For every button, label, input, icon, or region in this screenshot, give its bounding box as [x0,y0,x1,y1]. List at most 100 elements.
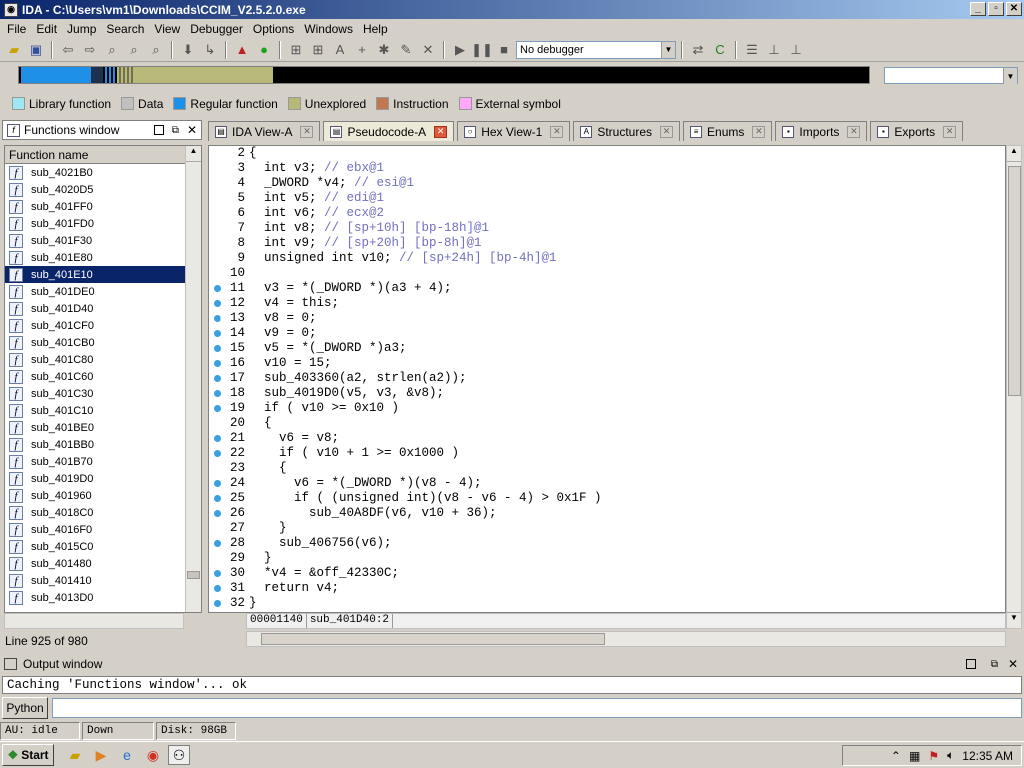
function-list-item[interactable]: f sub_401C80 [5,351,201,368]
python-button[interactable]: Python [2,697,48,719]
text-search-icon[interactable]: ⌕ [146,40,166,60]
code-line[interactable]: 12 v4 = this; [209,296,1005,311]
menu-view[interactable]: View [149,22,185,36]
folder-icon[interactable]: ▰ [64,745,86,765]
code-line[interactable]: 27 } [209,521,1005,536]
forward-arrow-icon[interactable]: ⇨ [80,40,100,60]
code-line[interactable]: 6 int v6; // ecx@2 [209,206,1005,221]
attach-icon[interactable]: ⇄ [688,40,708,60]
function-list-item[interactable]: f sub_401C60 [5,368,201,385]
function-list-item[interactable]: f sub_4015C0 [5,538,201,555]
binary-search-icon[interactable]: ⌕ [124,40,144,60]
scroll-thumb[interactable] [1008,166,1021,396]
list-icon[interactable]: ☰ [742,40,762,60]
breakpoint-dot-icon[interactable] [214,480,221,487]
code-line[interactable]: 18 sub_4019D0(v5, v3, &v8); [209,386,1005,401]
function-list-item[interactable]: f sub_401B70 [5,453,201,470]
function-list-item[interactable]: f sub_4019D0 [5,470,201,487]
code-line[interactable]: 16 v10 = 15; [209,356,1005,371]
nav-combo[interactable]: ▼ [884,67,1018,84]
close-tab-icon[interactable]: ✕ [300,125,314,138]
code-line[interactable]: 30 *v4 = &off_42330C; [209,566,1005,581]
float-icon[interactable]: ⧉ [991,659,998,670]
breakpoint-dot-icon[interactable] [214,330,221,337]
function-list-item[interactable]: f sub_4020D5 [5,181,201,198]
scroll-up-icon[interactable]: ▲ [1007,146,1021,162]
function-list-item[interactable]: f sub_401E10 [5,266,201,283]
close-tab-icon[interactable]: ✕ [752,125,766,138]
scroll-down-icon[interactable]: ▼ [1007,612,1021,628]
function-list-item[interactable]: f sub_401BB0 [5,436,201,453]
volume-icon[interactable]: 🔈︎ [947,748,954,763]
code-line[interactable]: 26 sub_40A8DF(v6, v10 + 36); [209,506,1005,521]
function-list-item[interactable]: f sub_401410 [5,572,201,589]
code-line[interactable]: 24 v6 = *(_DWORD *)(v8 - 4); [209,476,1005,491]
function-list-item[interactable]: f sub_401F30 [5,232,201,249]
maximize-button[interactable]: ▫ [988,2,1004,16]
tab-exports[interactable]: ▪ Exports ✕ [870,121,964,141]
close-tab-icon[interactable]: ✕ [550,125,564,138]
code-line[interactable]: 8 int v9; // [sp+20h] [bp-8h]@1 [209,236,1005,251]
code-line[interactable]: 19 if ( v10 >= 0x10 ) [209,401,1005,416]
close-tab-icon[interactable]: ✕ [943,125,957,138]
function-list-item[interactable]: f sub_401DE0 [5,283,201,300]
debugger-select[interactable]: No debugger ▼ [516,40,676,59]
search-icon[interactable]: ⌕ [102,40,122,60]
close-tab-icon[interactable]: ✕ [660,125,674,138]
scroll-up-icon[interactable]: ▲ [186,146,201,162]
code-line[interactable]: 14 v9 = 0; [209,326,1005,341]
tree-nodes-icon[interactable]: ⊥ [764,40,784,60]
tab-structures[interactable]: A Structures ✕ [573,121,681,141]
code-line[interactable]: 15 v5 = *(_DWORD *)a3; [209,341,1005,356]
breakpoint-dot-icon[interactable] [214,585,221,592]
menu-search[interactable]: Search [101,22,149,36]
breakpoint-dot-icon[interactable] [214,570,221,577]
tab-pseudocode[interactable]: ▤ Pseudocode-A ✕ [323,121,455,141]
function-list-item[interactable]: f sub_4016F0 [5,521,201,538]
tab-ida-view[interactable]: ▤ IDA View-A ✕ [208,121,321,141]
functions-list[interactable]: Function name f sub_4021B0 f sub_4020D5 f sub… [4,145,202,613]
breakpoint-dot-icon[interactable] [214,540,221,547]
ida-task-icon[interactable]: ⚇ [168,745,190,765]
code-line[interactable]: 32} [209,596,1005,611]
pseudocode-view[interactable]: 2{3 int v3; // ebx@1 4 _DWORD *v4; // esi… [208,145,1006,613]
code-line[interactable]: 22 if ( v10 + 1 >= 0x1000 ) [209,446,1005,461]
breakpoint-dot-icon[interactable] [214,450,221,457]
function-list-item[interactable]: f sub_401BE0 [5,419,201,436]
play-icon[interactable]: ▶ [450,40,470,60]
remove-nodes-icon[interactable]: ⊥ [786,40,806,60]
code-line[interactable]: 9 unsigned int v10; // [sp+24h] [bp-4h]@… [209,251,1005,266]
save-icon[interactable]: ▣ [26,40,46,60]
code-line[interactable]: 17 sub_403360(a2, strlen(a2)); [209,371,1005,386]
decompile-icon[interactable]: C [710,40,730,60]
code-scrollbar[interactable]: ▲ ▼ [1006,145,1022,629]
breakpoint-dot-icon[interactable] [214,390,221,397]
navigation-band[interactable] [18,66,870,84]
edit-icon[interactable]: ✎ [396,40,416,60]
breakpoint-dot-icon[interactable] [214,285,221,292]
function-list-item[interactable]: f sub_401FF0 [5,198,201,215]
restore-icon[interactable] [966,659,976,669]
graph-icon[interactable]: ▲ [232,40,252,60]
chevron-down-icon[interactable]: ▼ [1003,68,1017,84]
breakpoint-dot-icon[interactable] [214,510,221,517]
back-arrow-icon[interactable]: ⇦ [58,40,78,60]
code-line[interactable]: 10 [209,266,1005,281]
menu-edit[interactable]: Edit [31,22,62,36]
menu-file[interactable]: File [2,22,31,36]
tree-icon[interactable]: ⊞ [308,40,328,60]
media-player-icon[interactable]: ▶ [90,745,112,765]
function-list-item[interactable]: f sub_401480 [5,555,201,572]
function-list-item[interactable]: f sub_4018C0 [5,504,201,521]
function-list-item[interactable]: f sub_401D40 [5,300,201,317]
tab-enums[interactable]: ≡ Enums ✕ [683,121,773,141]
function-list-item[interactable]: f sub_4013D0 [5,589,201,606]
function-list-item[interactable]: f sub_401C10 [5,402,201,419]
code-line[interactable]: 7 int v8; // [sp+10h] [bp-18h]@1 [209,221,1005,236]
restore-icon[interactable] [153,125,164,135]
code-line[interactable]: 21 v6 = v8; [209,431,1005,446]
code-hscrollbar[interactable] [246,631,1006,647]
code-line[interactable]: 20 { [209,416,1005,431]
close-tab-icon[interactable]: ✕ [434,125,448,138]
open-file-icon[interactable]: ▰ [4,40,24,60]
